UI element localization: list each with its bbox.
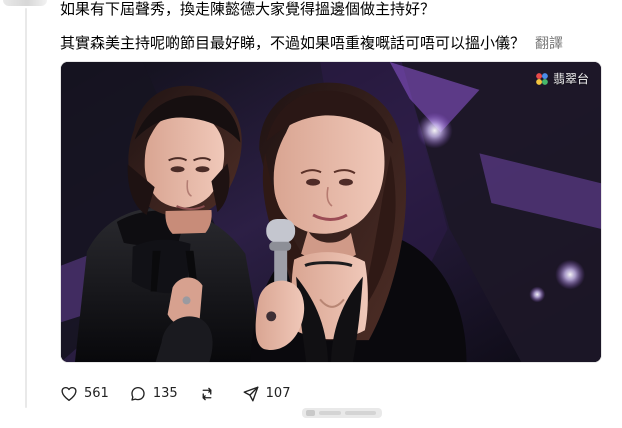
comment-button[interactable]: 135	[129, 382, 178, 406]
like-count: 561	[84, 386, 109, 401]
comment-icon	[131, 386, 145, 401]
post-text-line-1: 如果有下屆聲秀，換走陳懿德大家覺得搵邊個做主持好？	[60, 0, 436, 18]
ring	[266, 311, 277, 322]
comment-count: 135	[152, 386, 178, 401]
stage-sparkle-1	[416, 112, 453, 149]
watermark	[302, 408, 382, 418]
post-image[interactable]: 翡翠台	[60, 61, 602, 363]
avatar[interactable]	[3, 0, 47, 6]
broadcaster-logo-icon	[536, 72, 548, 85]
post-actions: 561 135 107	[60, 382, 290, 406]
tv-screenshot	[61, 62, 601, 362]
repost-icon	[202, 387, 212, 401]
send-icon	[243, 386, 259, 402]
stage-sparkle-2	[555, 259, 586, 290]
heart-icon	[61, 386, 77, 402]
post-text-line-2: 其實森美主持呢啲節目最好睇，不過如果唔重複嘅話可唔可以搵小儀？ 翻譯	[60, 34, 563, 53]
share-button[interactable]: 107	[242, 382, 291, 406]
like-button[interactable]: 561	[60, 382, 109, 406]
repost-button[interactable]	[198, 382, 222, 406]
threads-post: 如果有下屆聲秀，換走陳懿德大家覺得搵邊個做主持好？ 其實森美主持呢啲節目最好睇，…	[0, 0, 622, 428]
stage-sparkle-3	[529, 286, 546, 303]
broadcaster-logo: 翡翠台	[535, 70, 589, 87]
translate-link[interactable]: 翻譯	[535, 36, 563, 52]
broadcaster-label: 翡翠台	[552, 72, 589, 86]
post-text-line-2-body: 其實森美主持呢啲節目最好睇，不過如果唔重複嘅話可唔可以搵小儀？	[60, 34, 526, 52]
thread-line	[25, 8, 27, 408]
share-count: 107	[265, 386, 291, 401]
